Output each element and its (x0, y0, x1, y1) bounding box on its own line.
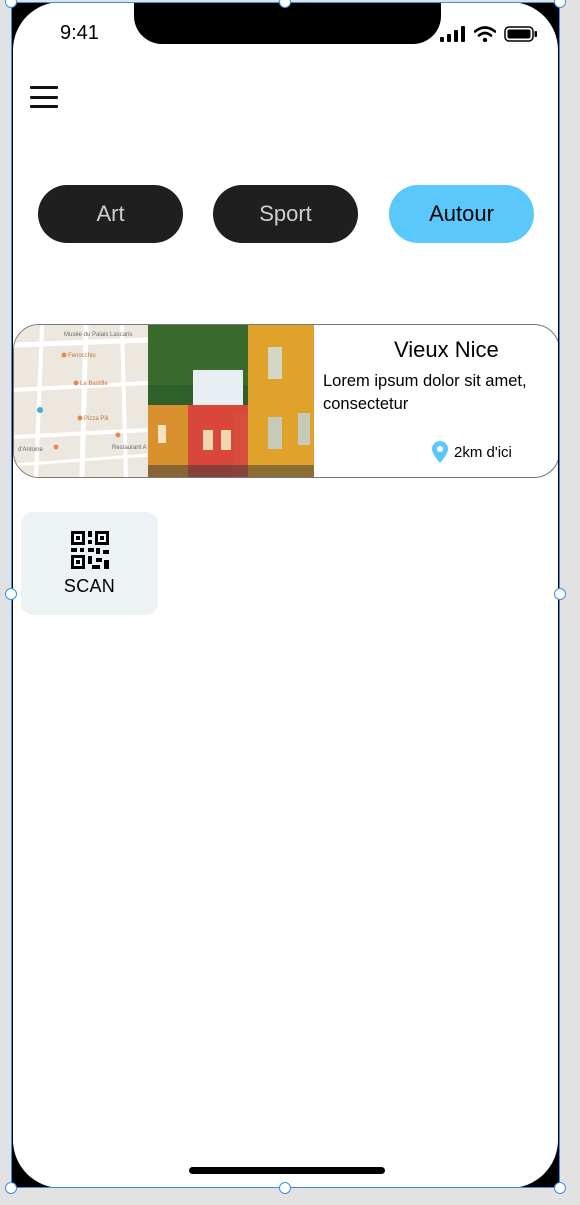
scan-button[interactable]: SCAN (21, 512, 158, 615)
place-description: Lorem ipsum dolor sit amet, consectetur (323, 372, 527, 413)
filter-sport-button[interactable]: Sport (213, 185, 358, 243)
scan-label: SCAN (63, 576, 116, 596)
resize-handle-top-right[interactable] (554, 0, 566, 8)
place-card-vieux-nice[interactable]: Musée du Palais Lascaris Fenocchio La Ba… (13, 324, 558, 478)
place-title: Vieux Nice (394, 337, 499, 362)
hamburger-icon[interactable] (30, 86, 58, 108)
cellular-signal-icon (440, 26, 465, 42)
resize-handle-right[interactable] (554, 588, 566, 600)
filter-art-button[interactable]: Art (38, 185, 183, 243)
filter-autour-label: Autour (429, 201, 494, 226)
status-icons (440, 26, 538, 42)
home-indicator (189, 1167, 385, 1174)
svg-text:Restaurant A: Restaurant A (112, 445, 147, 451)
device-notch (134, 2, 441, 44)
resize-handle-bottom[interactable] (279, 1182, 291, 1194)
status-time: 9:41 (60, 22, 99, 44)
place-distance: 2km d'ici (432, 441, 512, 463)
phone-frame: 9:41 Art Sport Autour Musée du Palais La… (11, 2, 560, 1188)
resize-handle-bottom-left[interactable] (5, 1182, 17, 1194)
svg-text:d'Antoine: d'Antoine (18, 447, 43, 453)
svg-text:Fenocchio: Fenocchio (68, 353, 96, 359)
svg-text:Musée du Palais Lascaris: Musée du Palais Lascaris (64, 332, 132, 338)
location-pin-icon (432, 441, 448, 463)
svg-text:Pizza Pili: Pizza Pili (84, 416, 108, 422)
app-screen: 9:41 Art Sport Autour Musée du Palais La… (13, 2, 558, 1188)
resize-handle-left[interactable] (5, 588, 17, 600)
wifi-icon (474, 26, 496, 42)
filter-art-label: Art (96, 201, 125, 226)
battery-icon (504, 26, 537, 42)
filter-sport-label: Sport (259, 201, 312, 226)
map-thumbnail: Musée du Palais Lascaris Fenocchio La Ba… (14, 325, 148, 477)
resize-handle-bottom-right[interactable] (554, 1182, 566, 1194)
vieux-nice-photo (148, 325, 314, 477)
distance-label: 2km d'ici (454, 443, 512, 461)
filter-autour-button[interactable]: Autour (389, 185, 534, 243)
svg-text:La Bastille: La Bastille (80, 381, 108, 387)
qr-code-icon (70, 531, 109, 569)
